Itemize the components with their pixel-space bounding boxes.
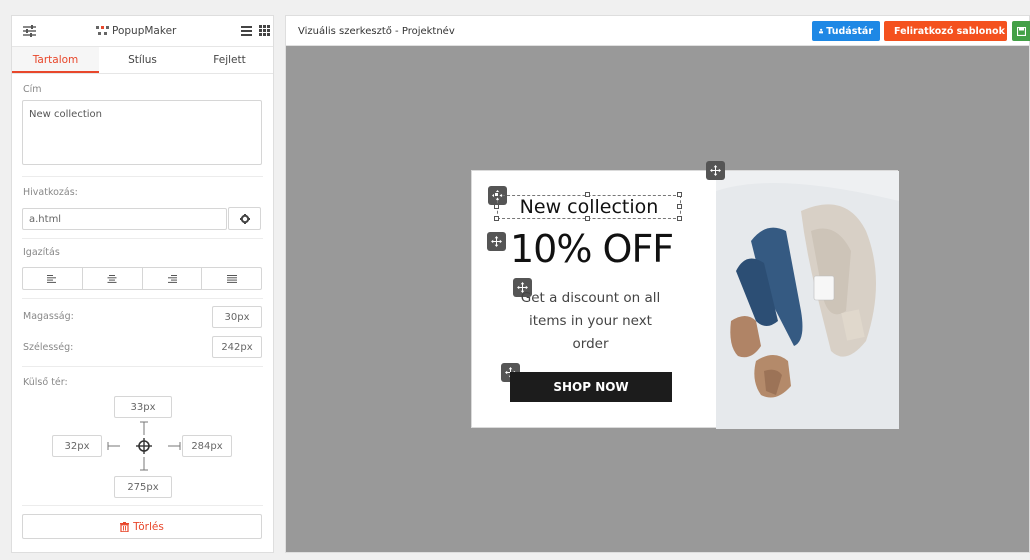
popup-offer[interactable]: 10% OFF bbox=[510, 227, 674, 271]
editor-title: Vizuális szerkesztő - Projektnév bbox=[298, 26, 455, 37]
delete-button[interactable]: Törlés bbox=[22, 514, 262, 539]
move-icon bbox=[710, 165, 721, 176]
height-input[interactable] bbox=[212, 306, 262, 328]
align-right-icon bbox=[167, 274, 177, 283]
align-left-button[interactable] bbox=[23, 268, 83, 289]
height-label: Magasság: bbox=[23, 311, 74, 322]
align-label: Igazítás bbox=[23, 247, 60, 258]
align-right-button[interactable] bbox=[143, 268, 203, 289]
align-justify-icon bbox=[226, 274, 237, 283]
resize-handle[interactable] bbox=[677, 216, 682, 221]
margin-top-input[interactable] bbox=[114, 396, 172, 418]
panel-tabs: Tartalom Stílus Fejlett bbox=[12, 47, 273, 74]
visual-editor: Vizuális szerkesztő - Projektnév Tudástá… bbox=[285, 15, 1030, 553]
user-book-icon bbox=[819, 28, 824, 34]
grid-icon[interactable] bbox=[259, 25, 270, 36]
resize-handle[interactable] bbox=[585, 216, 590, 221]
tab-style[interactable]: Stílus bbox=[99, 47, 186, 73]
title-label: Cím bbox=[23, 84, 42, 95]
brand-name: PopupMaker bbox=[112, 25, 177, 37]
tab-advanced[interactable]: Fejlett bbox=[186, 47, 273, 73]
width-label: Szélesség: bbox=[23, 342, 74, 353]
templates-button[interactable]: Feliratkozó sablonok bbox=[884, 21, 1007, 41]
resize-handle[interactable] bbox=[677, 192, 682, 197]
move-icon bbox=[491, 236, 502, 247]
properties-panel: PopupMaker Tartalom Stílus Fejlett Cím N… bbox=[11, 15, 274, 553]
trash-icon bbox=[120, 521, 130, 532]
link-label: Hivatkozás: bbox=[23, 187, 78, 198]
popup-preview: New collection 10% OFF Get a discount on… bbox=[471, 161, 899, 429]
move-handle-offer[interactable] bbox=[487, 232, 506, 251]
divider bbox=[22, 238, 263, 239]
panel-header: PopupMaker bbox=[12, 16, 273, 47]
divider bbox=[22, 505, 263, 506]
align-center-icon bbox=[107, 274, 117, 283]
move-handle-image[interactable] bbox=[706, 161, 725, 180]
brand: PopupMaker bbox=[96, 25, 176, 37]
resize-handle[interactable] bbox=[585, 192, 590, 197]
align-buttons bbox=[22, 267, 262, 290]
popup-cta-button[interactable]: SHOP NOW bbox=[510, 372, 672, 402]
gear-icon bbox=[239, 213, 250, 224]
link-input[interactable] bbox=[22, 208, 227, 230]
align-center-button[interactable] bbox=[83, 268, 143, 289]
margin-bottom-input[interactable] bbox=[114, 476, 172, 498]
align-left-icon bbox=[47, 274, 57, 283]
resize-handle[interactable] bbox=[494, 216, 499, 221]
divider bbox=[22, 176, 263, 177]
divider bbox=[22, 298, 263, 299]
popup-image bbox=[716, 171, 899, 429]
save-button[interactable] bbox=[1012, 21, 1030, 41]
resize-handle[interactable] bbox=[494, 204, 499, 209]
knowledge-base-button[interactable]: Tudástár bbox=[812, 21, 880, 41]
divider bbox=[22, 366, 263, 367]
templates-label: Feliratkozó sablonok bbox=[894, 25, 1005, 37]
popup-description[interactable]: Get a discount on all items in your next… bbox=[512, 287, 669, 356]
resize-handle[interactable] bbox=[494, 192, 499, 197]
title-textarea[interactable]: New collection bbox=[22, 100, 262, 165]
margin-left-input[interactable] bbox=[52, 435, 102, 457]
save-icon bbox=[1017, 26, 1026, 36]
link-settings-button[interactable] bbox=[228, 207, 261, 230]
menu-icon[interactable] bbox=[241, 26, 252, 36]
tab-content[interactable]: Tartalom bbox=[12, 47, 99, 73]
clothing-photo bbox=[716, 171, 899, 429]
editor-header: Vizuális szerkesztő - Projektnév Tudástá… bbox=[286, 16, 1030, 46]
width-input[interactable] bbox=[212, 336, 262, 358]
crosshair-icon bbox=[107, 421, 181, 471]
sliders-icon[interactable] bbox=[23, 25, 36, 37]
resize-handle[interactable] bbox=[677, 204, 682, 209]
margin-label: Külső tér: bbox=[23, 377, 68, 388]
logo-icon bbox=[96, 26, 109, 35]
margin-right-input[interactable] bbox=[182, 435, 232, 457]
align-justify-button[interactable] bbox=[202, 268, 261, 289]
knowledge-base-label: Tudástár bbox=[826, 25, 873, 37]
delete-label: Törlés bbox=[133, 520, 164, 533]
